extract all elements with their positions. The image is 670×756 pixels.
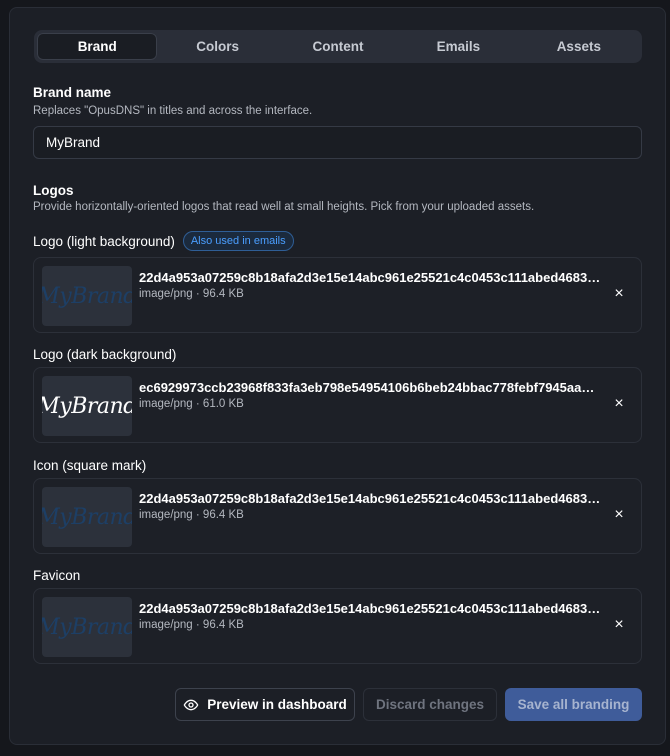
logo-light-filename: 22d4a953a07259c8b18afa2d3e15e14abc961e25… [139, 270, 601, 285]
logos-heading: Logos [33, 183, 74, 198]
logo-light-meta: image/png · 96.4 KB [139, 288, 244, 300]
preview-button-label: Preview in dashboard [207, 697, 347, 712]
tab-emails[interactable]: Emails [398, 33, 518, 60]
preview-in-dashboard-button[interactable]: Preview in dashboard [175, 688, 355, 721]
favicon-thumbnail: MyBrand [42, 597, 132, 657]
logo-dark-remove-button[interactable]: × [609, 394, 629, 414]
tab-content[interactable]: Content [278, 33, 398, 60]
favicon-meta: image/png · 96.4 KB [139, 619, 244, 631]
also-used-in-emails-badge: Also used in emails [182, 231, 294, 251]
tab-assets[interactable]: Assets [519, 33, 639, 60]
icon-square-asset: MyBrand 22d4a953a07259c8b18afa2d3e15e14a… [33, 478, 642, 554]
logos-help: Provide horizontally-oriented logos that… [33, 201, 535, 213]
icon-square-label-text: Icon (square mark) [33, 458, 147, 473]
icon-square-meta: image/png · 96.4 KB [139, 509, 244, 521]
save-button-label: Save all branding [517, 697, 630, 712]
logo-dark-label: Logo (dark background) [33, 347, 176, 362]
logo-dark-filename: ec6929973ccb23968f833fa3eb798e54954106b6… [139, 380, 601, 395]
save-all-branding-button[interactable]: Save all branding [505, 688, 642, 721]
logo-dark-meta: image/png · 61.0 KB [139, 398, 244, 410]
discard-changes-button[interactable]: Discard changes [363, 688, 497, 721]
favicon-filename: 22d4a953a07259c8b18afa2d3e15e14abc961e25… [139, 601, 601, 616]
brand-name-input[interactable] [33, 126, 642, 159]
logo-light-thumbnail: MyBrand [42, 266, 132, 326]
icon-square-thumbnail: MyBrand [42, 487, 132, 547]
tab-bar: Brand Colors Content Emails Assets [34, 30, 642, 63]
favicon-remove-button[interactable]: × [609, 615, 629, 635]
logo-dark-thumbnail-text: MyBrand [42, 393, 132, 419]
favicon-asset: MyBrand 22d4a953a07259c8b18afa2d3e15e14a… [33, 588, 642, 664]
favicon-label-text: Favicon [33, 568, 81, 583]
icon-square-remove-button[interactable]: × [609, 505, 629, 525]
favicon-thumbnail-text: MyBrand [42, 614, 132, 640]
tab-brand[interactable]: Brand [37, 33, 158, 60]
logo-light-remove-button[interactable]: × [609, 284, 629, 304]
logo-light-thumbnail-text: MyBrand [42, 283, 132, 309]
logo-light-label-text: Logo (light background) [33, 233, 175, 249]
logo-dark-asset: MyBrand ec6929973ccb23968f833fa3eb798e54… [33, 367, 642, 443]
logo-light-label: Logo (light background) Also used in ema… [33, 231, 294, 251]
icon-square-thumbnail-text: MyBrand [42, 504, 132, 530]
discard-button-label: Discard changes [375, 697, 485, 712]
eye-icon [183, 699, 199, 710]
favicon-label: Favicon [33, 568, 80, 583]
brand-name-label: Brand name [33, 85, 112, 100]
icon-square-filename: 22d4a953a07259c8b18afa2d3e15e14abc961e25… [139, 491, 601, 506]
icon-square-label: Icon (square mark) [33, 458, 146, 473]
tab-colors[interactable]: Colors [157, 33, 277, 60]
logo-light-asset: MyBrand 22d4a953a07259c8b18afa2d3e15e14a… [33, 257, 642, 333]
brand-name-help: Replaces "OpusDNS" in titles and across … [33, 105, 313, 117]
logo-dark-thumbnail: MyBrand [42, 376, 132, 436]
logo-dark-label-text: Logo (dark background) [33, 347, 177, 362]
